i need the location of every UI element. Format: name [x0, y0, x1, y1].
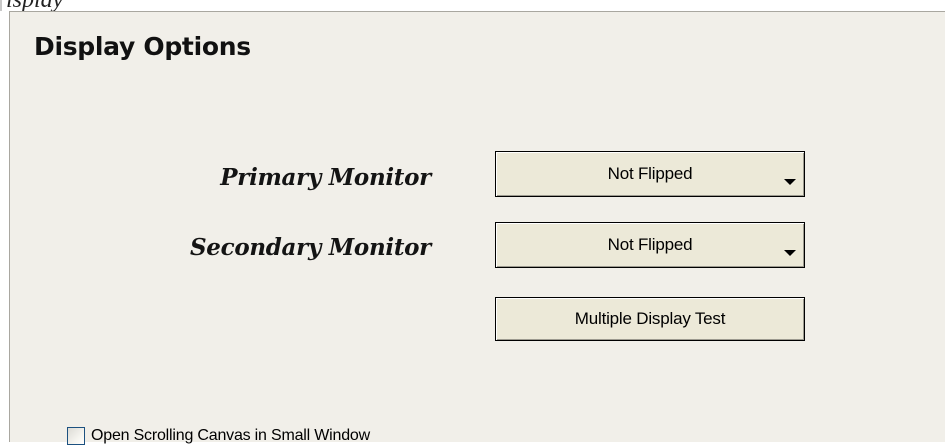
previous-heading-fragment: isplay [0, 0, 945, 11]
secondary-monitor-selected-value: Not Flipped [607, 235, 693, 254]
secondary-monitor-label: Secondary Monitor [189, 234, 431, 261]
scrolling-canvas-checkbox[interactable] [67, 427, 85, 445]
multiple-display-test-button[interactable]: Multiple Display Test [495, 297, 805, 341]
scrolling-canvas-option[interactable]: Open Scrolling Canvas in Small Window [67, 425, 370, 447]
primary-monitor-label: Primary Monitor [220, 164, 431, 191]
secondary-monitor-dropdown[interactable]: Not Flipped [495, 222, 805, 268]
display-options-panel: Display Options Primary Monitor Not Flip… [9, 11, 945, 445]
top-edge-line [0, 0, 2, 11]
previous-heading-text: isplay [6, 0, 63, 11]
primary-monitor-selected-value: Not Flipped [607, 164, 693, 183]
page-title: Display Options [34, 32, 251, 61]
scrolling-canvas-checkbox-label[interactable]: Open Scrolling Canvas in Small Window [91, 427, 370, 445]
primary-monitor-dropdown[interactable]: Not Flipped [495, 151, 805, 197]
chevron-down-icon [784, 179, 796, 185]
chevron-down-icon [784, 250, 796, 256]
